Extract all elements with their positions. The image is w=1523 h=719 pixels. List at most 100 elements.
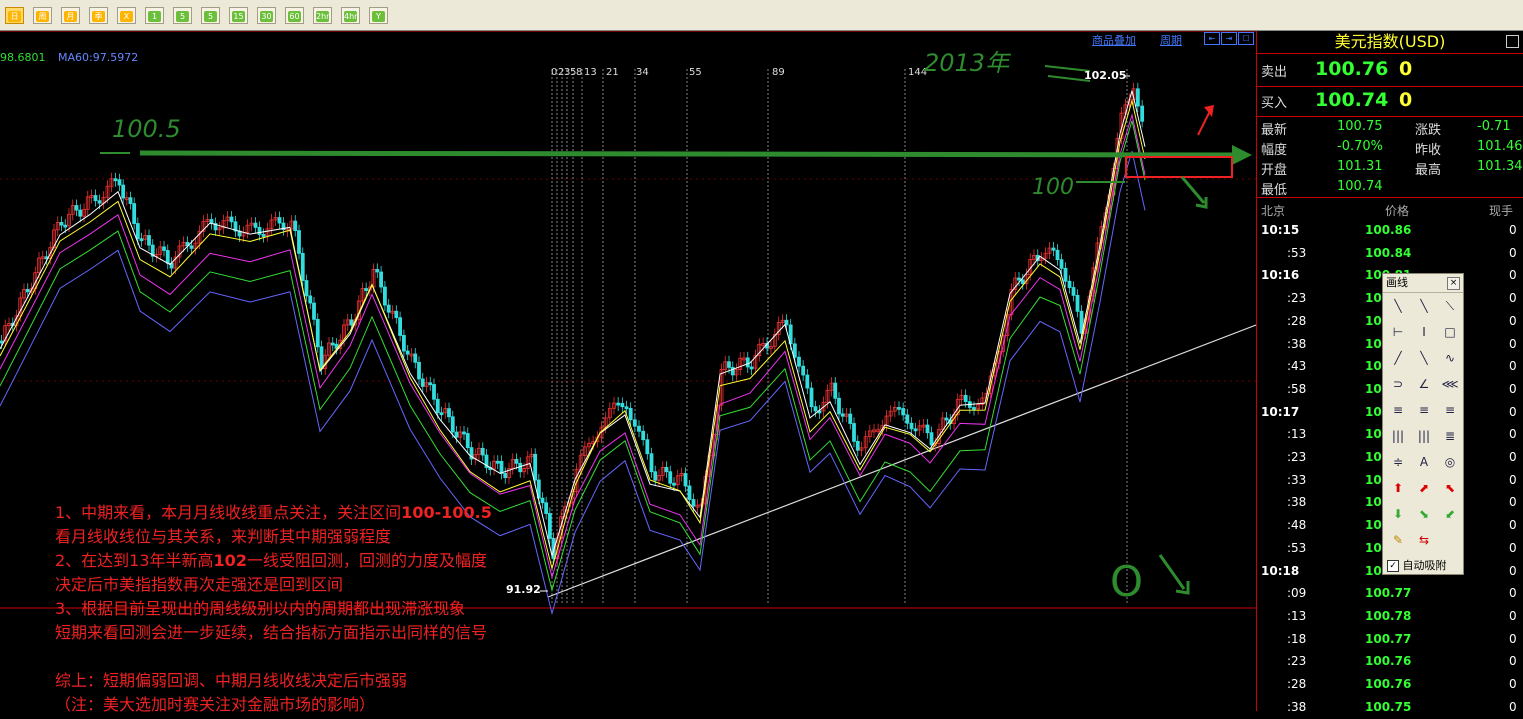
stat-label: 最新 bbox=[1261, 123, 1288, 138]
draw-panel-titlebar[interactable]: 画线 × bbox=[1383, 274, 1463, 293]
draw-tool-icon[interactable]: ||| bbox=[1413, 426, 1435, 446]
period-button-4[interactable]: X bbox=[117, 7, 136, 24]
tick-row[interactable]: :09 100.77 0 bbox=[1257, 583, 1523, 605]
candle-body bbox=[432, 384, 436, 400]
draw-tool-icon[interactable]: ╲ bbox=[1387, 296, 1409, 316]
tick-row[interactable]: :23 100.76 0 bbox=[1257, 651, 1523, 673]
period-button-7[interactable]: 5 bbox=[201, 7, 220, 24]
down-arrow-icon bbox=[1158, 554, 1190, 595]
handwritten-o: O bbox=[1110, 557, 1144, 606]
draw-tool-icon[interactable]: ≣ bbox=[1439, 426, 1461, 446]
draw-tool-icon[interactable]: ⇆ bbox=[1413, 530, 1435, 550]
stat-label: 涨跌 bbox=[1415, 123, 1442, 138]
draw-tool-icon[interactable]: ⊢ bbox=[1387, 322, 1409, 342]
draw-tool-icon[interactable]: ╲ bbox=[1413, 348, 1435, 368]
nav-right-icon[interactable]: ⇥ bbox=[1221, 32, 1237, 45]
period-button-13[interactable]: Y bbox=[369, 7, 388, 24]
draw-tool-icon[interactable]: ⬈ bbox=[1413, 478, 1435, 498]
draw-tool-icon[interactable]: ⬋ bbox=[1439, 504, 1461, 524]
draw-tool-icon[interactable]: ╱ bbox=[1387, 348, 1409, 368]
draw-tool-icon[interactable]: □ bbox=[1439, 322, 1461, 342]
period-button-1[interactable]: 周 bbox=[33, 7, 52, 24]
draw-tool-icon[interactable]: ≡ bbox=[1387, 400, 1409, 420]
draw-tool-icon[interactable]: ||| bbox=[1387, 426, 1409, 446]
period-button-10[interactable]: 60 bbox=[285, 7, 304, 24]
tick-volume: 0 bbox=[1509, 540, 1517, 555]
tick-price: 100.77 bbox=[1365, 586, 1412, 601]
tick-price: 100.77 bbox=[1365, 631, 1412, 646]
tick-volume: 0 bbox=[1509, 699, 1517, 714]
auto-snap-checkbox[interactable]: ✓ bbox=[1387, 560, 1399, 572]
candle-body bbox=[413, 353, 418, 363]
candle-body bbox=[1135, 88, 1140, 107]
tick-row[interactable]: :38 100.75 0 bbox=[1257, 697, 1523, 719]
tick-row[interactable]: :18 100.77 0 bbox=[1257, 629, 1523, 651]
stat-label: 最低 bbox=[1261, 183, 1288, 198]
candle-body bbox=[394, 310, 399, 319]
tick-row[interactable]: :28 100.76 0 bbox=[1257, 674, 1523, 696]
period-button-2[interactable]: 月 bbox=[61, 7, 80, 24]
candle-body bbox=[624, 406, 629, 410]
period-button-3[interactable]: 季 bbox=[89, 7, 108, 24]
candle-body bbox=[398, 317, 403, 336]
kline-chart[interactable]: 0 2 3 5 8 13 21 34 55 89 144 98.6801 MA60:97.5972 … bbox=[0, 31, 1256, 714]
chart-nav-buttons[interactable]: ⇤ ⇥ ☐ bbox=[1204, 32, 1254, 45]
draw-tool-icon[interactable]: ≑ bbox=[1387, 452, 1409, 472]
panel-toggle-icon[interactable] bbox=[1506, 35, 1519, 48]
draw-tool-icon[interactable]: ∠ bbox=[1413, 374, 1435, 394]
period-button-9[interactable]: 30 bbox=[257, 7, 276, 24]
draw-tool-icon[interactable]: ◎ bbox=[1439, 452, 1461, 472]
close-icon[interactable]: × bbox=[1447, 277, 1460, 290]
draw-tool-icon[interactable]: ⬇ bbox=[1387, 504, 1409, 524]
draw-tool-icon[interactable]: ∿ bbox=[1439, 348, 1461, 368]
period-button-8[interactable]: 15 bbox=[229, 7, 248, 24]
sell-price: 100.76 bbox=[1315, 58, 1389, 80]
tick-time: :38 bbox=[1287, 495, 1307, 510]
draw-tool-icon[interactable]: A bbox=[1413, 452, 1435, 472]
candle-body bbox=[963, 394, 968, 403]
draw-tool-icon[interactable]: ⬆ bbox=[1387, 478, 1409, 498]
draw-tool-icon[interactable]: ⟍ bbox=[1439, 296, 1461, 316]
period-button-12[interactable]: 4hr bbox=[341, 7, 360, 24]
nav-full-icon[interactable]: ☐ bbox=[1238, 32, 1254, 45]
candle-body bbox=[113, 178, 118, 182]
candle-body bbox=[645, 439, 650, 455]
auto-snap-option[interactable]: ✓ 自动吸附 bbox=[1387, 557, 1447, 573]
candle-body bbox=[837, 397, 841, 415]
draw-tool-icon[interactable]: ╲ bbox=[1413, 296, 1435, 316]
nav-left-icon[interactable]: ⇤ bbox=[1204, 32, 1220, 45]
period-button-5[interactable]: 1 bbox=[145, 7, 164, 24]
overlay-link[interactable]: 商品叠加 bbox=[1092, 32, 1136, 48]
draw-tool-icon[interactable]: ✎ bbox=[1387, 530, 1409, 550]
candle-body bbox=[637, 425, 641, 432]
candle-body bbox=[1017, 277, 1021, 281]
period-link[interactable]: 周期 bbox=[1160, 32, 1182, 48]
draw-tool-icon[interactable]: ⬉ bbox=[1439, 478, 1461, 498]
draw-tools-panel[interactable]: 画线 × ╲ ╲ ⟍ ⊢ Ⅰ □ ╱ ╲ ∿ ⊃ ∠ ⋘ ≡ ≡ ≡ ||| ||| ≣ ≑ A ◎ ⬆ ⬈ ⬉ ⬇ ⬊ ⬋ ✎ ⇆ ✓… bbox=[1382, 273, 1464, 575]
period-button-0[interactable]: 日 bbox=[5, 7, 24, 24]
tick-volume: 0 bbox=[1509, 381, 1517, 396]
candle-body bbox=[401, 335, 406, 352]
draw-tool-icon[interactable]: ⋘ bbox=[1439, 374, 1461, 394]
candle-body bbox=[405, 350, 410, 355]
candle-body bbox=[1067, 280, 1072, 288]
tick-row[interactable]: 10:15 100.86 0 bbox=[1257, 220, 1523, 242]
tick-header-time: 北京 bbox=[1261, 204, 1286, 218]
period-button-label: 2hr bbox=[316, 11, 330, 22]
draw-tool-icon[interactable]: ⊃ bbox=[1387, 374, 1409, 394]
candle-body bbox=[74, 205, 79, 211]
period-button-11[interactable]: 2hr bbox=[313, 7, 332, 24]
draw-tool-icon[interactable]: ≡ bbox=[1413, 400, 1435, 420]
tick-row[interactable]: :53 100.84 0 bbox=[1257, 243, 1523, 265]
candle-body bbox=[544, 502, 549, 514]
tick-row[interactable]: :13 100.78 0 bbox=[1257, 606, 1523, 628]
candle-body bbox=[727, 361, 731, 368]
period-button-6[interactable]: 5 bbox=[173, 7, 192, 24]
tick-volume: 0 bbox=[1509, 631, 1517, 646]
candle-body bbox=[749, 366, 754, 370]
tick-volume: 0 bbox=[1509, 586, 1517, 601]
draw-tool-icon[interactable]: ⬊ bbox=[1413, 504, 1435, 524]
draw-tool-icon[interactable]: ≡ bbox=[1439, 400, 1461, 420]
draw-tool-icon[interactable]: Ⅰ bbox=[1413, 322, 1435, 342]
candle-body bbox=[540, 497, 545, 504]
